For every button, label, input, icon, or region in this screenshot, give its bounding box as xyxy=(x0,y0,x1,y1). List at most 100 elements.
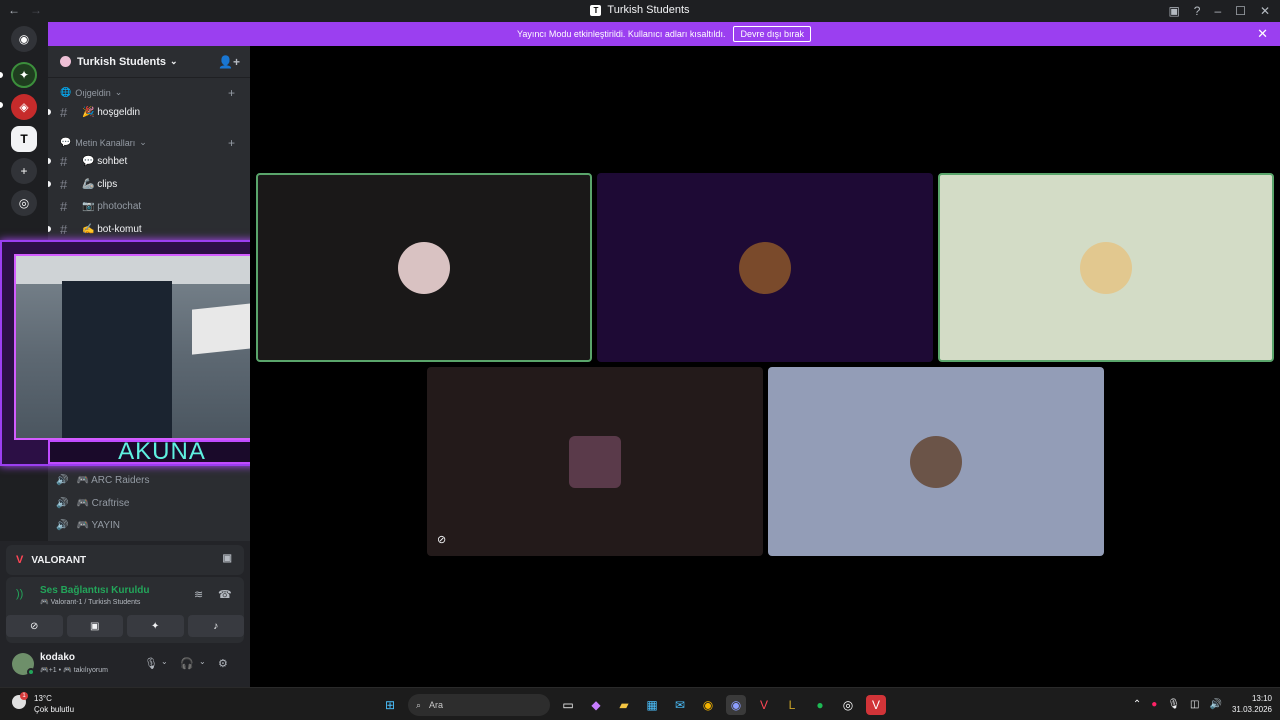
chevron-down-icon: ⌄ xyxy=(170,56,178,66)
window-controls: ▣ ? – ☐ ✕ xyxy=(1168,0,1280,22)
category-welcome[interactable]: 🌐 Oıjgeldin ⌄ + xyxy=(60,86,235,100)
invite-people-icon[interactable]: 👤+ xyxy=(218,55,240,69)
server-badge-icon xyxy=(60,56,71,67)
microphone-icon[interactable]: 🎙 xyxy=(144,657,158,670)
channel-hosgeldin[interactable]: # 🎉 hoşgeldin xyxy=(56,102,242,122)
notification-badge: 1 xyxy=(20,692,28,700)
clock[interactable]: 13:10 31.03.2026 xyxy=(1232,693,1272,715)
participant-tile[interactable]: ⊘ xyxy=(427,367,763,556)
store-icon[interactable]: ▦ xyxy=(642,695,662,715)
activity-game: VALORANT xyxy=(31,554,87,566)
copilot-icon[interactable]: ◆ xyxy=(586,695,606,715)
steam-icon[interactable]: ◎ xyxy=(838,695,858,715)
close-icon[interactable]: ✕ xyxy=(1257,26,1268,42)
microphone-icon[interactable]: 🎙 xyxy=(1167,699,1180,710)
gear-icon[interactable]: ⚙ xyxy=(218,657,228,670)
server-avatar-1[interactable]: ✦ xyxy=(11,62,37,88)
chrome-icon[interactable]: ◉ xyxy=(698,695,718,715)
user-status: 🎮+1 • 🎮 takılıyorum xyxy=(40,667,108,674)
add-server-icon[interactable]: + xyxy=(11,158,37,184)
hashtag-icon: # xyxy=(60,104,68,120)
hashtag-icon: # xyxy=(60,198,68,214)
unread-indicator xyxy=(48,181,51,187)
voice-channel-label: 🎮 ARC Raiders xyxy=(76,475,150,486)
valorant-icon[interactable]: V xyxy=(754,695,774,715)
disconnect-icon[interactable]: ☎ xyxy=(218,588,232,601)
overlay-name: AKUNA xyxy=(48,438,276,465)
chevron-down-icon: ⌄ xyxy=(139,137,147,147)
chevron-down-icon: ⌄ xyxy=(114,87,123,97)
category-text[interactable]: 💬 Metin Kanalları ⌄ + xyxy=(60,136,235,150)
close-button[interactable]: ✕ xyxy=(1260,4,1270,18)
channel-label: ✍️ bot-komut xyxy=(82,223,142,235)
spotify-icon[interactable]: ● xyxy=(810,695,830,715)
participant-tile[interactable] xyxy=(256,173,592,362)
server-name: Turkish Students xyxy=(77,55,167,68)
channel-bot-komut[interactable]: # ✍️ bot-komut xyxy=(56,219,242,239)
username: kodako xyxy=(40,652,76,663)
riot-client-icon[interactable]: V xyxy=(866,695,886,715)
tray-app-icon[interactable]: ● xyxy=(1151,699,1157,710)
user-panel: V VALORANT ▣ )) Ses Bağlantısı Kuruldu 🎮… xyxy=(0,541,250,687)
voice-channel-yayin[interactable]: 🔊 🎮 YAYIN xyxy=(56,520,120,531)
voice-channel-craftrise[interactable]: 🔊 🎮 Craftrise xyxy=(56,498,129,509)
activity-card[interactable]: V VALORANT ▣ xyxy=(6,545,244,575)
participant-tile[interactable] xyxy=(597,173,933,362)
windows-start-icon[interactable]: ⊞ xyxy=(380,695,400,715)
current-user[interactable]: kodako 🎮+1 • 🎮 takılıyorum 🎙 ⌄ 🎧 ⌄ ⚙ xyxy=(12,651,244,681)
taskbar-apps: ⊞ ⌕ Ara ▭ ◆ ▰ ▦ ✉ ◉ ◉ V L ● ◎ V xyxy=(380,694,886,716)
speaker-icon: 🔊 xyxy=(56,475,69,486)
unread-indicator xyxy=(48,109,51,115)
stream-icon[interactable]: ▣ xyxy=(223,553,232,564)
window-title-text: Turkish Students xyxy=(607,4,690,16)
discover-icon[interactable]: ◎ xyxy=(11,190,37,216)
channel-label: 🦾 clips xyxy=(82,178,118,190)
activities-button[interactable]: ✦ xyxy=(127,615,184,637)
minimize-button[interactable]: – xyxy=(1214,4,1221,18)
discord-icon[interactable]: ◉ xyxy=(726,695,746,715)
help-icon[interactable]: ? xyxy=(1194,4,1201,18)
chevron-up-icon[interactable]: ⌃ xyxy=(1133,699,1141,710)
server-avatar-2[interactable]: ◈ xyxy=(11,94,37,120)
discord-home-icon[interactable]: ◉ xyxy=(11,26,37,52)
speech-bubble-icon: 💬 xyxy=(60,137,72,147)
title-bar: ← → T Turkish Students ▣ ? – ☐ ✕ xyxy=(0,0,1280,22)
search-icon: ⌕ xyxy=(416,699,422,710)
task-view-icon[interactable]: ▭ xyxy=(558,695,578,715)
league-icon[interactable]: L xyxy=(782,695,802,715)
maximize-button[interactable]: ☐ xyxy=(1235,4,1246,18)
server-turkish-students[interactable]: T xyxy=(11,126,37,152)
file-explorer-icon[interactable]: ▰ xyxy=(614,695,634,715)
channel-label: 💬 sohbet xyxy=(82,155,128,167)
participant-tile[interactable] xyxy=(938,173,1274,362)
channel-photochat[interactable]: # 📷 photochat xyxy=(56,196,242,216)
screen-share-button[interactable]: ▣ xyxy=(66,615,123,637)
signal-icon: )) xyxy=(16,588,24,600)
server-header[interactable]: Turkish Students ⌄ 👤+ xyxy=(48,46,250,78)
add-channel-icon[interactable]: + xyxy=(228,136,235,150)
banner-text: Yayıncı Modu etkinleştirildi. Kullanıcı … xyxy=(517,29,726,39)
channel-sohbet[interactable]: # 💬 sohbet xyxy=(56,151,242,171)
voice-status[interactable]: Ses Bağlantısı Kuruldu xyxy=(40,585,149,596)
channel-clips[interactable]: # 🦾 clips xyxy=(56,174,242,194)
camera-off-button[interactable]: ⊘ xyxy=(6,615,63,637)
weather-widget[interactable]: 1 13°C Çok bulutlu xyxy=(12,692,74,715)
screen-share-icon[interactable]: ▣ xyxy=(1168,4,1179,18)
chevron-down-icon[interactable]: ⌄ xyxy=(199,657,206,666)
participant-tile[interactable] xyxy=(768,367,1104,556)
weather-temp: 13°C xyxy=(34,694,52,703)
add-channel-icon[interactable]: + xyxy=(228,86,235,100)
voice-channel-arc-raiders[interactable]: 🔊 🎮 ARC Raiders xyxy=(56,475,149,486)
soundboard-button[interactable]: ♪ xyxy=(187,615,244,637)
headphones-icon[interactable]: 🎧 xyxy=(180,657,194,670)
volume-icon[interactable]: 🔊 xyxy=(1210,699,1222,710)
mail-icon[interactable]: ✉ xyxy=(670,695,690,715)
disable-streamer-mode-button[interactable]: Devre dışı bırak xyxy=(733,26,811,42)
chevron-down-icon[interactable]: ⌄ xyxy=(161,657,168,666)
voice-location[interactable]: 🎮 Valorant-1 / Turkish Students xyxy=(40,598,140,606)
voice-channel-label: 🎮 Craftrise xyxy=(76,498,130,509)
server-icon: T xyxy=(590,4,602,16)
network-icon[interactable]: ◫ xyxy=(1190,699,1199,710)
taskbar-search[interactable]: ⌕ Ara xyxy=(408,694,550,716)
noise-suppression-icon[interactable]: ≋ xyxy=(194,588,203,601)
